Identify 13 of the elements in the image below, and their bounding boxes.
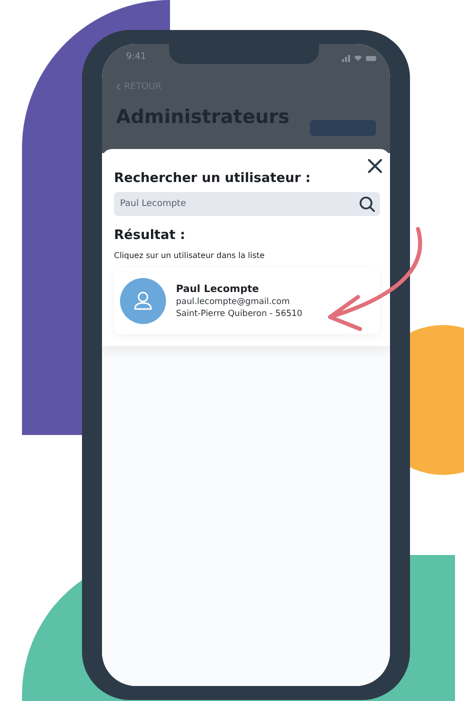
user-location: Saint-Pierre Quiberon - 56510 (176, 308, 302, 318)
user-card[interactable]: Paul Lecompte paul.lecompte@gmail.com Saint-Pierre Quiberon - 56510 (114, 268, 380, 334)
search-icon[interactable] (359, 196, 375, 212)
user-email: paul.lecompte@gmail.com (176, 296, 291, 306)
user-name: Paul Lecompte (176, 284, 260, 294)
result-heading: Résultat : (114, 228, 186, 243)
avatar-icon (120, 278, 166, 324)
status-icons (342, 54, 376, 62)
search-heading: Rechercher un utilisateur : (114, 171, 312, 186)
search-field[interactable]: Paul Lecompte (114, 192, 380, 216)
close-icon[interactable] (368, 159, 382, 173)
hint-text: Cliquez sur un utilisateur dans la liste (114, 251, 266, 260)
status-time: 9:41 (125, 51, 146, 62)
